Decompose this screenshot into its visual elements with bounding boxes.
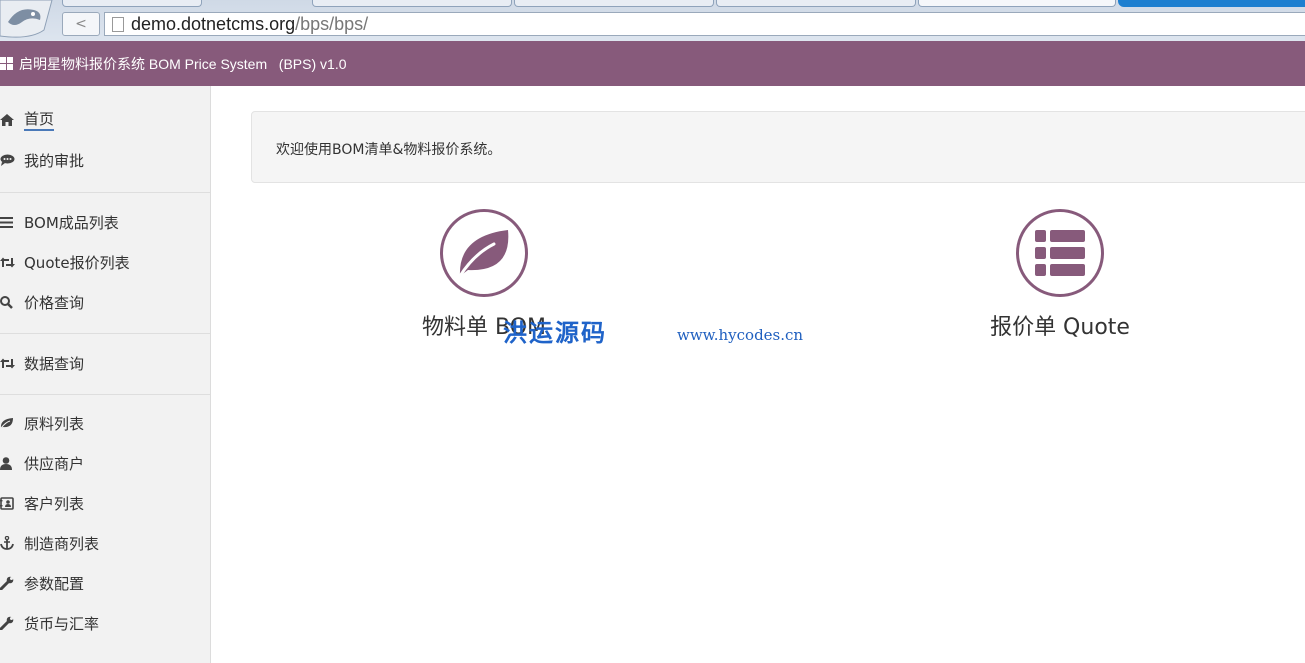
home-icon (0, 110, 24, 130)
user-icon (0, 453, 24, 473)
sidebar-item-label: 数据查询 (24, 354, 85, 373)
sidebar-item-data-search[interactable]: 数据查询 (0, 348, 210, 378)
address-bar[interactable]: demo.dotnetcms.org/bps/bps/ (104, 12, 1305, 36)
sidebar-divider (0, 394, 210, 395)
sidebar-item-settings[interactable]: 参数配置 (0, 568, 210, 598)
browser-tab[interactable] (62, 0, 202, 7)
quote-tile[interactable]: 报价单 Quote (975, 209, 1145, 341)
back-button[interactable]: < (62, 12, 100, 36)
sidebar-item-price-search[interactable]: 价格查询 (0, 287, 210, 317)
sidebar-item-suppliers[interactable]: 供应商户 (0, 448, 210, 478)
url-host: demo.dotnetcms.org (131, 14, 296, 34)
sidebar-divider (0, 192, 210, 193)
sidebar-item-label: 客户列表 (24, 494, 85, 513)
quote-tile-label[interactable]: 报价单 Quote (990, 309, 1130, 341)
browser-tab-active[interactable] (918, 0, 1116, 7)
sidebar-item-quote-list[interactable]: Quote报价列表 (0, 247, 210, 277)
window-controls[interactable] (1118, 0, 1305, 7)
sidebar-item-manufacturers[interactable]: 制造商列表 (0, 528, 210, 558)
sidebar-item-label: 参数配置 (24, 574, 85, 593)
back-arrow-icon: < (75, 16, 87, 32)
browser-logo-icon (0, 0, 53, 38)
sidebar-item-label: 首页 (24, 109, 55, 131)
list-icon (0, 212, 24, 232)
watermark-url: www.hycodes.cn (677, 326, 804, 344)
sidebar-item-label: 制造商列表 (24, 534, 100, 553)
browser-tab[interactable] (716, 0, 916, 7)
anchor-icon (0, 533, 24, 553)
retweet-icon (0, 353, 24, 373)
wrench-icon (0, 573, 24, 593)
sidebar: 首页 我的审批 BOM成品列表 Quote报价列表 价格查询 数据查询 原料列表… (0, 86, 211, 663)
page-icon (112, 17, 124, 32)
watermark-text: 洪运源码 (503, 319, 607, 347)
welcome-text: 欢迎使用BOM清单&物料报价系统。 (276, 142, 502, 158)
sidebar-item-label: 货币与汇率 (24, 614, 100, 633)
sidebar-item-label: BOM成品列表 (24, 213, 119, 232)
search-icon (0, 292, 24, 312)
leaf-icon[interactable] (440, 209, 528, 297)
app-header: 启明星物料报价系统 BOM Price System (BPS) v1.0 (0, 41, 1305, 86)
windows-icon (0, 57, 13, 70)
retweet-icon (0, 252, 24, 272)
sidebar-item-label: 价格查询 (24, 293, 85, 312)
contact-card-icon (0, 493, 24, 513)
url-path: /bps/bps/ (295, 14, 369, 34)
sidebar-item-materials[interactable]: 原料列表 (0, 408, 210, 438)
wrench-icon (0, 613, 24, 633)
sidebar-item-home[interactable]: 首页 (0, 105, 210, 135)
sidebar-item-label: Quote报价列表 (24, 253, 130, 272)
app-title[interactable]: 启明星物料报价系统 BOM Price System (BPS) v1.0 (19, 54, 347, 74)
welcome-panel: 欢迎使用BOM清单&物料报价系统。 (251, 111, 1305, 183)
sidebar-item-label: 我的审批 (24, 151, 85, 170)
browser-tab[interactable] (514, 0, 714, 7)
browser-chrome: < demo.dotnetcms.org/bps/bps/ (0, 0, 1305, 41)
sidebar-item-currency[interactable]: 货币与汇率 (0, 608, 210, 638)
comments-icon (0, 150, 24, 170)
browser-tab[interactable] (312, 0, 512, 7)
sidebar-item-bom-list[interactable]: BOM成品列表 (0, 207, 210, 237)
sidebar-item-label: 原料列表 (24, 414, 85, 433)
sidebar-item-customers[interactable]: 客户列表 (0, 488, 210, 518)
sidebar-item-label: 供应商户 (24, 454, 85, 473)
sidebar-divider (0, 333, 210, 334)
th-list-icon[interactable] (1016, 209, 1104, 297)
sidebar-item-approvals[interactable]: 我的审批 (0, 145, 210, 175)
leaf-icon (0, 413, 24, 433)
address-url: demo.dotnetcms.org/bps/bps/ (131, 14, 368, 35)
